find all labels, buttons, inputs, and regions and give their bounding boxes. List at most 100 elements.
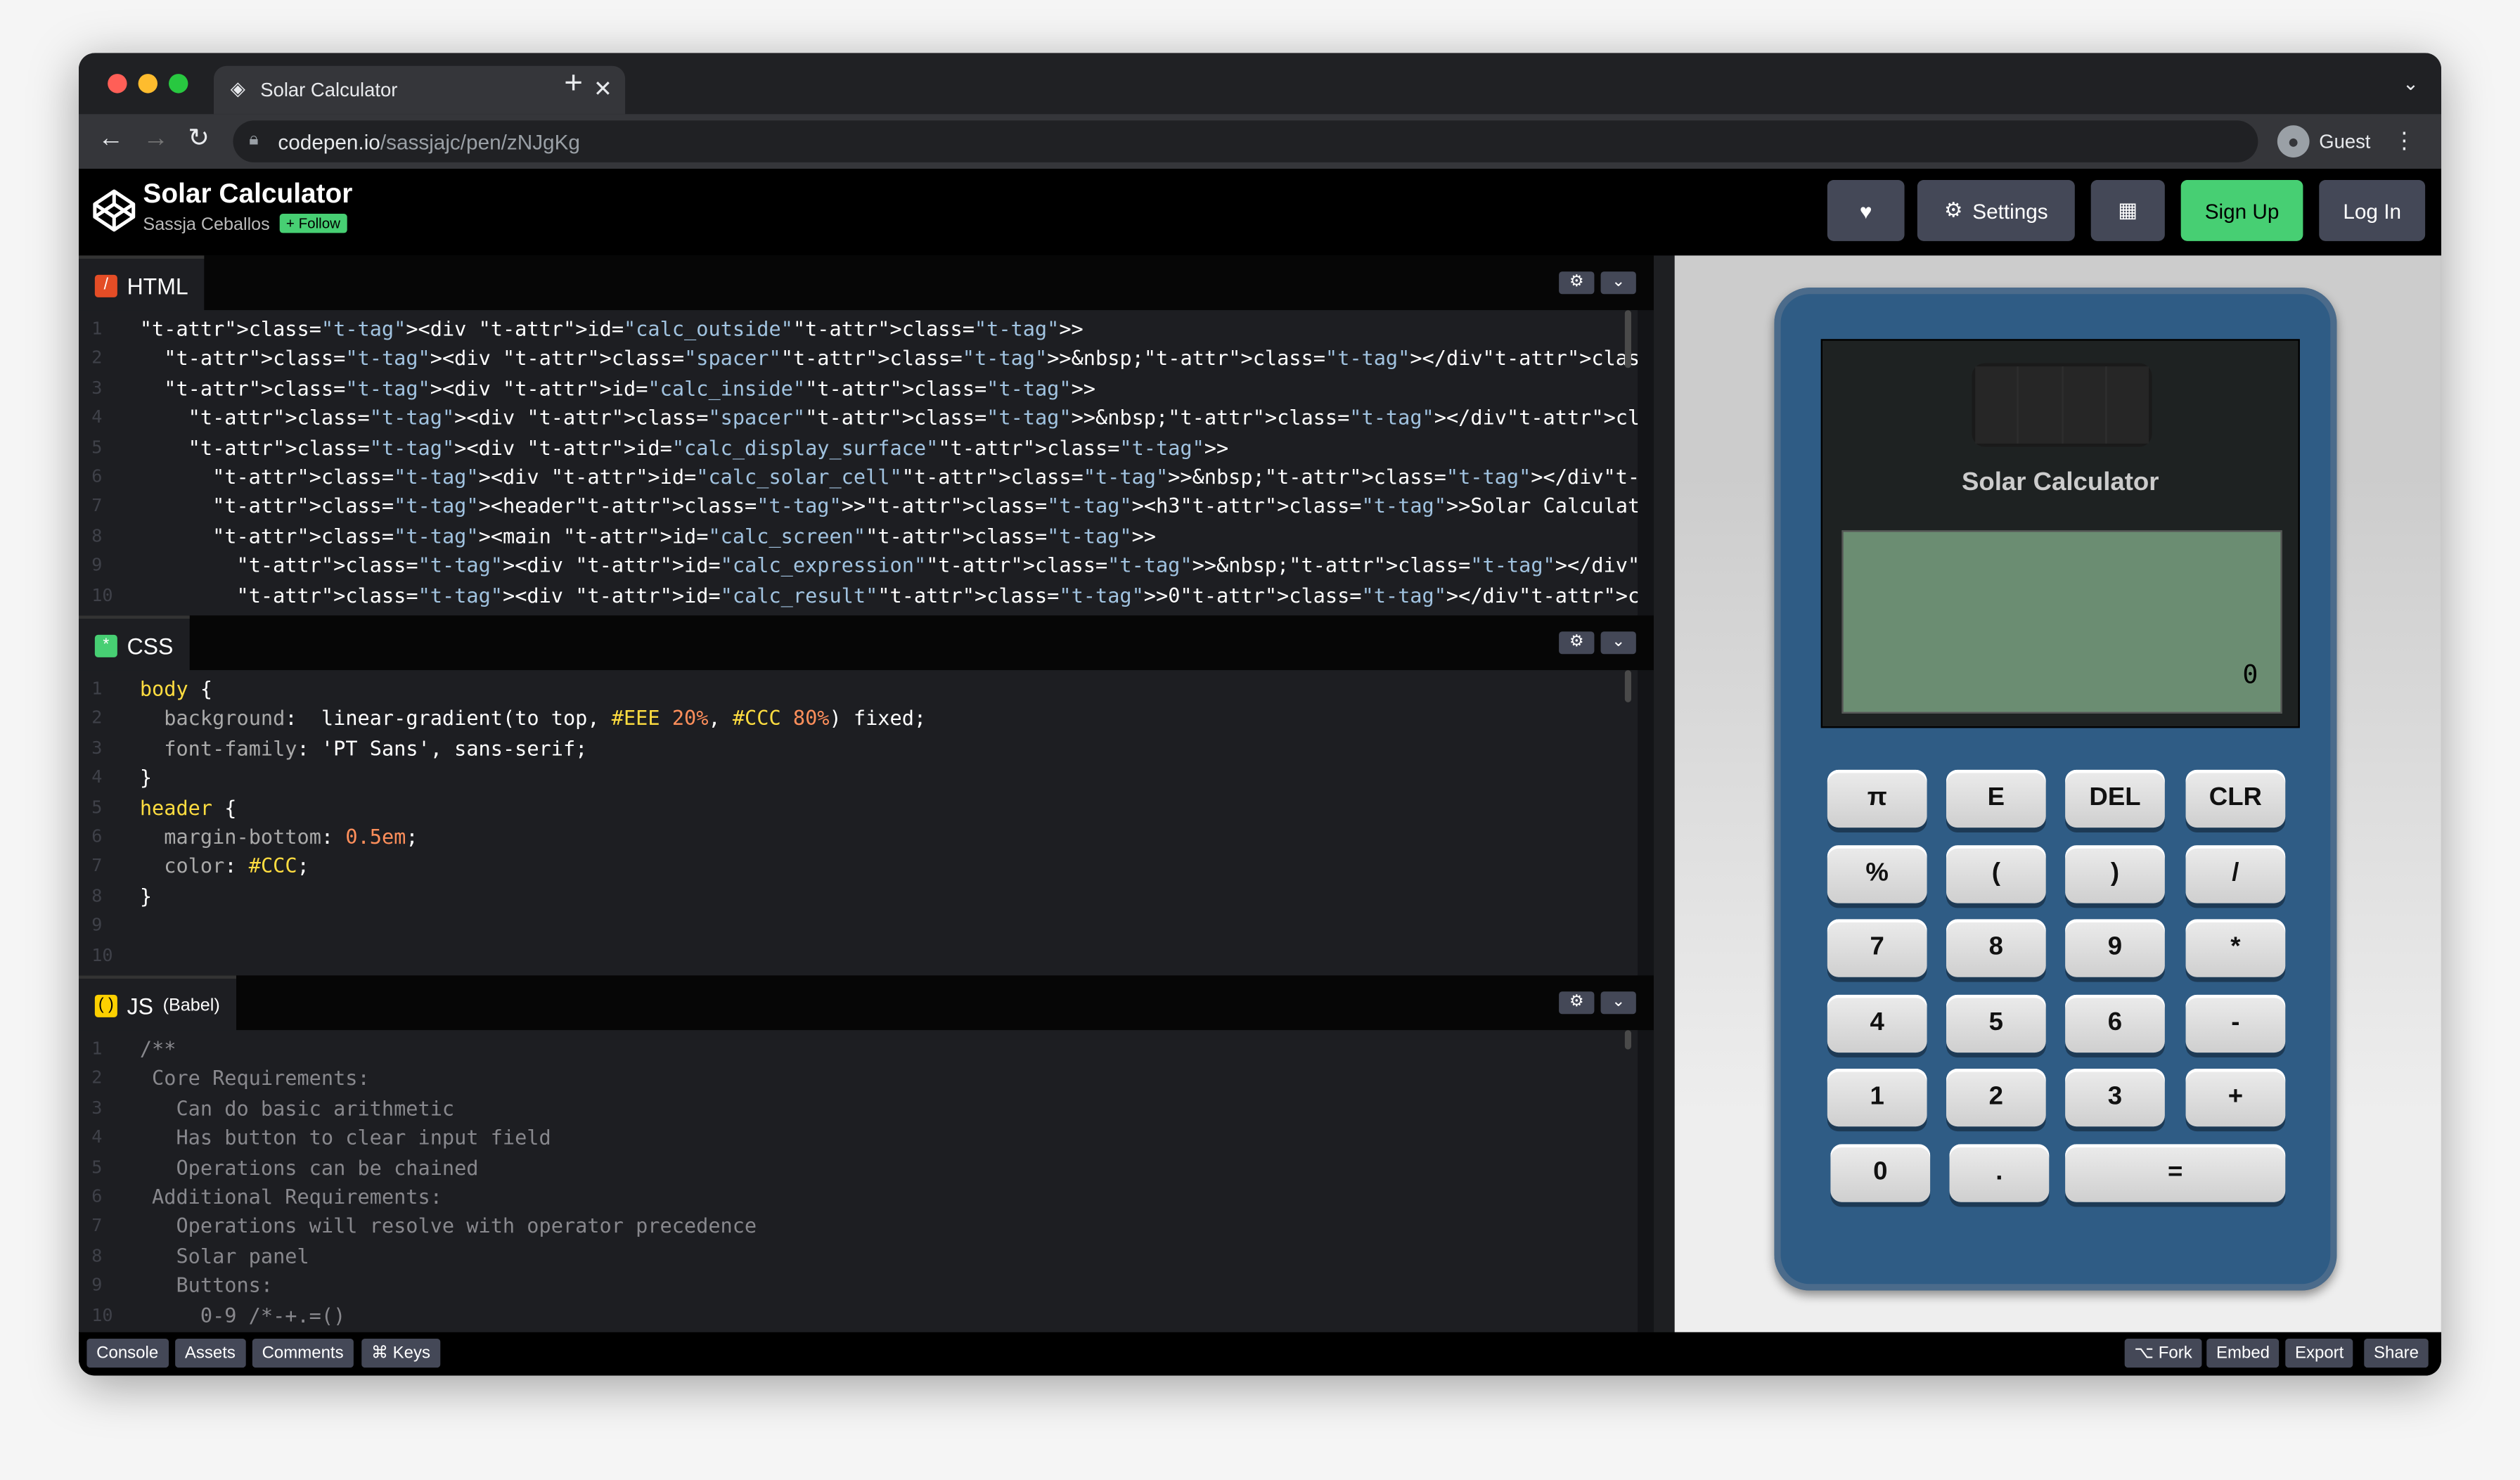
close-window-icon[interactable] bbox=[108, 74, 127, 94]
code-line: 4 "t-attr">class="t-tag"><div "t-attr">c… bbox=[79, 404, 1638, 433]
js-pane-tab[interactable]: ( ) JS (Babel) bbox=[78, 975, 236, 1034]
line-code: Buttons: bbox=[139, 1273, 274, 1297]
address-bar[interactable]: 🔒︎ codepen.io/sassjajc/pen/zNJgKg bbox=[233, 120, 2258, 162]
love-button[interactable]: ♥ bbox=[1827, 179, 1905, 241]
keys-button[interactable]: ⌘ Keys bbox=[361, 1338, 440, 1368]
editor-scrollbar[interactable] bbox=[1624, 670, 1631, 702]
js-pane-label: JS bbox=[127, 993, 153, 1019]
code-line: 6 "t-attr">class="t-tag"><div "t-attr">i… bbox=[79, 463, 1638, 492]
back-arrow-icon[interactable]: ← bbox=[98, 125, 124, 154]
css-code-editor[interactable]: 1 body {2 background: linear-gradient(to … bbox=[78, 670, 1638, 976]
calculator-key[interactable]: * bbox=[2185, 919, 2286, 977]
zoom-window-icon[interactable] bbox=[168, 74, 188, 94]
line-code: header { bbox=[139, 794, 237, 819]
css-pane-header: * CSS ⚙ ⌄ bbox=[78, 615, 1654, 674]
layout-button[interactable]: ▦ bbox=[2090, 179, 2165, 241]
calculator-key[interactable]: ) bbox=[2065, 844, 2165, 903]
line-number: 1 bbox=[91, 318, 103, 340]
calculator-key[interactable]: π bbox=[1827, 769, 1927, 828]
fork-button[interactable]: ⌥ Fork bbox=[2124, 1338, 2202, 1368]
line-code: Core Requirements: bbox=[139, 1066, 370, 1090]
more-menu-icon[interactable]: ⋮ bbox=[2393, 127, 2415, 155]
calculator-key[interactable]: CLR bbox=[2185, 769, 2286, 828]
calculator-key[interactable]: / bbox=[2185, 844, 2286, 903]
pen-author[interactable]: Sassja Ceballos bbox=[143, 215, 269, 234]
code-line: 5 Operations can be chained bbox=[79, 1153, 1638, 1183]
editor-scrollbar[interactable] bbox=[1624, 310, 1631, 368]
assets-button[interactable]: Assets bbox=[175, 1338, 245, 1368]
new-tab-button[interactable]: + bbox=[564, 67, 583, 100]
line-number: 2 bbox=[91, 707, 103, 729]
settings-button[interactable]: ⚙ Settings bbox=[1917, 179, 2075, 241]
codepen-logo-icon[interactable] bbox=[91, 188, 136, 233]
code-line: 2 background: linear-gradient(to top, #E… bbox=[79, 704, 1638, 734]
html-settings-icon[interactable]: ⚙ bbox=[1559, 271, 1595, 295]
js-collapse-chevron-icon[interactable]: ⌄ bbox=[1600, 991, 1636, 1015]
calculator-key[interactable]: E bbox=[1946, 769, 2046, 828]
editor-scrollbar[interactable] bbox=[1624, 1030, 1631, 1050]
css-collapse-chevron-icon[interactable]: ⌄ bbox=[1600, 631, 1636, 655]
calculator-key[interactable]: + bbox=[2185, 1068, 2286, 1127]
sign-up-button[interactable]: Sign Up bbox=[2180, 179, 2303, 241]
line-code: Operations will resolve with operator pr… bbox=[139, 1214, 757, 1238]
reload-icon[interactable]: ↻ bbox=[188, 125, 210, 154]
comments-button[interactable]: Comments bbox=[252, 1338, 354, 1368]
calculator-display-surface: Solar Calculator 0 bbox=[1820, 339, 2300, 728]
pen-title: Solar Calculator bbox=[143, 178, 353, 210]
line-code: margin-bottom: 0.5em; bbox=[164, 824, 418, 849]
codepen-favicon-icon: ◈ bbox=[230, 77, 245, 100]
calculator-key[interactable]: 9 bbox=[2065, 919, 2165, 977]
calculator-key[interactable]: 6 bbox=[2065, 993, 2165, 1052]
calculator-key[interactable]: 2 bbox=[1946, 1068, 2046, 1127]
log-in-button[interactable]: Log In bbox=[2319, 179, 2426, 241]
console-button[interactable]: Console bbox=[86, 1338, 168, 1368]
html-code-editor[interactable]: 1 "t-attr">class="t-tag"><div "t-attr">id… bbox=[78, 310, 1638, 616]
line-number: 1 bbox=[91, 678, 103, 700]
code-line: 8 "t-attr">class="t-tag"><main "t-attr">… bbox=[79, 522, 1638, 551]
tab-title: Solar Calculator bbox=[260, 78, 398, 101]
tab-search-chevron-icon[interactable]: ⌄ bbox=[2403, 72, 2419, 95]
line-number: 4 bbox=[91, 766, 103, 788]
js-settings-icon[interactable]: ⚙ bbox=[1559, 991, 1595, 1015]
profile-button[interactable]: ● Guest bbox=[2277, 124, 2370, 159]
browser-toolbar: ← → ↻ 🔒︎ codepen.io/sassjajc/pen/zNJgKg … bbox=[78, 114, 2441, 169]
embed-button[interactable]: Embed bbox=[2206, 1338, 2280, 1368]
line-number: 3 bbox=[91, 737, 103, 759]
css-settings-icon[interactable]: ⚙ bbox=[1559, 631, 1595, 655]
calculator-key[interactable]: % bbox=[1827, 844, 1927, 903]
minimize-window-icon[interactable] bbox=[138, 74, 158, 94]
calculator-key[interactable]: 5 bbox=[1946, 993, 2046, 1052]
html-collapse-chevron-icon[interactable]: ⌄ bbox=[1600, 271, 1636, 295]
calculator-key[interactable]: DEL bbox=[2065, 769, 2165, 828]
line-number: 9 bbox=[91, 554, 103, 576]
editors-column: / HTML ⚙ ⌄ 1 "t-attr">class="t-tag"><div … bbox=[78, 255, 1654, 1332]
layout-icon: ▦ bbox=[2118, 198, 2138, 222]
share-button[interactable]: Share bbox=[2364, 1338, 2429, 1368]
calculator-key[interactable]: 3 bbox=[2065, 1068, 2165, 1127]
tab-close-icon[interactable]: ✕ bbox=[593, 75, 612, 103]
calculator-key[interactable]: 4 bbox=[1827, 993, 1927, 1052]
calculator-key[interactable]: - bbox=[2185, 993, 2286, 1052]
js-code-editor[interactable]: 1/** 2 Core Requirements: 3 Can do basic a… bbox=[78, 1030, 1638, 1332]
code-line: 6 Additional Requirements: bbox=[79, 1183, 1638, 1212]
calculator-key[interactable]: ( bbox=[1946, 844, 2046, 903]
forward-arrow-icon[interactable]: → bbox=[143, 125, 169, 154]
calculator-key[interactable]: . bbox=[1949, 1143, 2050, 1202]
line-number: 6 bbox=[91, 825, 103, 847]
line-number: 9 bbox=[91, 914, 103, 936]
html-pane-tab[interactable]: / HTML bbox=[78, 255, 205, 314]
calculator-key[interactable]: 7 bbox=[1827, 919, 1927, 977]
calculator-key[interactable]: 0 bbox=[1830, 1143, 1931, 1202]
calculator-key[interactable]: 1 bbox=[1827, 1068, 1927, 1127]
line-number: 10 bbox=[91, 1304, 113, 1325]
settings-label: Settings bbox=[1972, 198, 2048, 223]
line-number: 10 bbox=[91, 584, 113, 605]
solar-cell bbox=[1972, 363, 2152, 447]
css-pane-tab[interactable]: * CSS bbox=[78, 615, 190, 674]
export-button[interactable]: Export bbox=[2285, 1338, 2354, 1368]
calculator-key[interactable]: 8 bbox=[1946, 919, 2046, 977]
line-number: 5 bbox=[91, 436, 103, 458]
calculator-key[interactable]: = bbox=[2065, 1143, 2286, 1202]
line-code: "t-attr">class="t-tag"><header"t-attr">c… bbox=[212, 494, 1638, 518]
follow-button[interactable]: + Follow bbox=[279, 213, 347, 233]
